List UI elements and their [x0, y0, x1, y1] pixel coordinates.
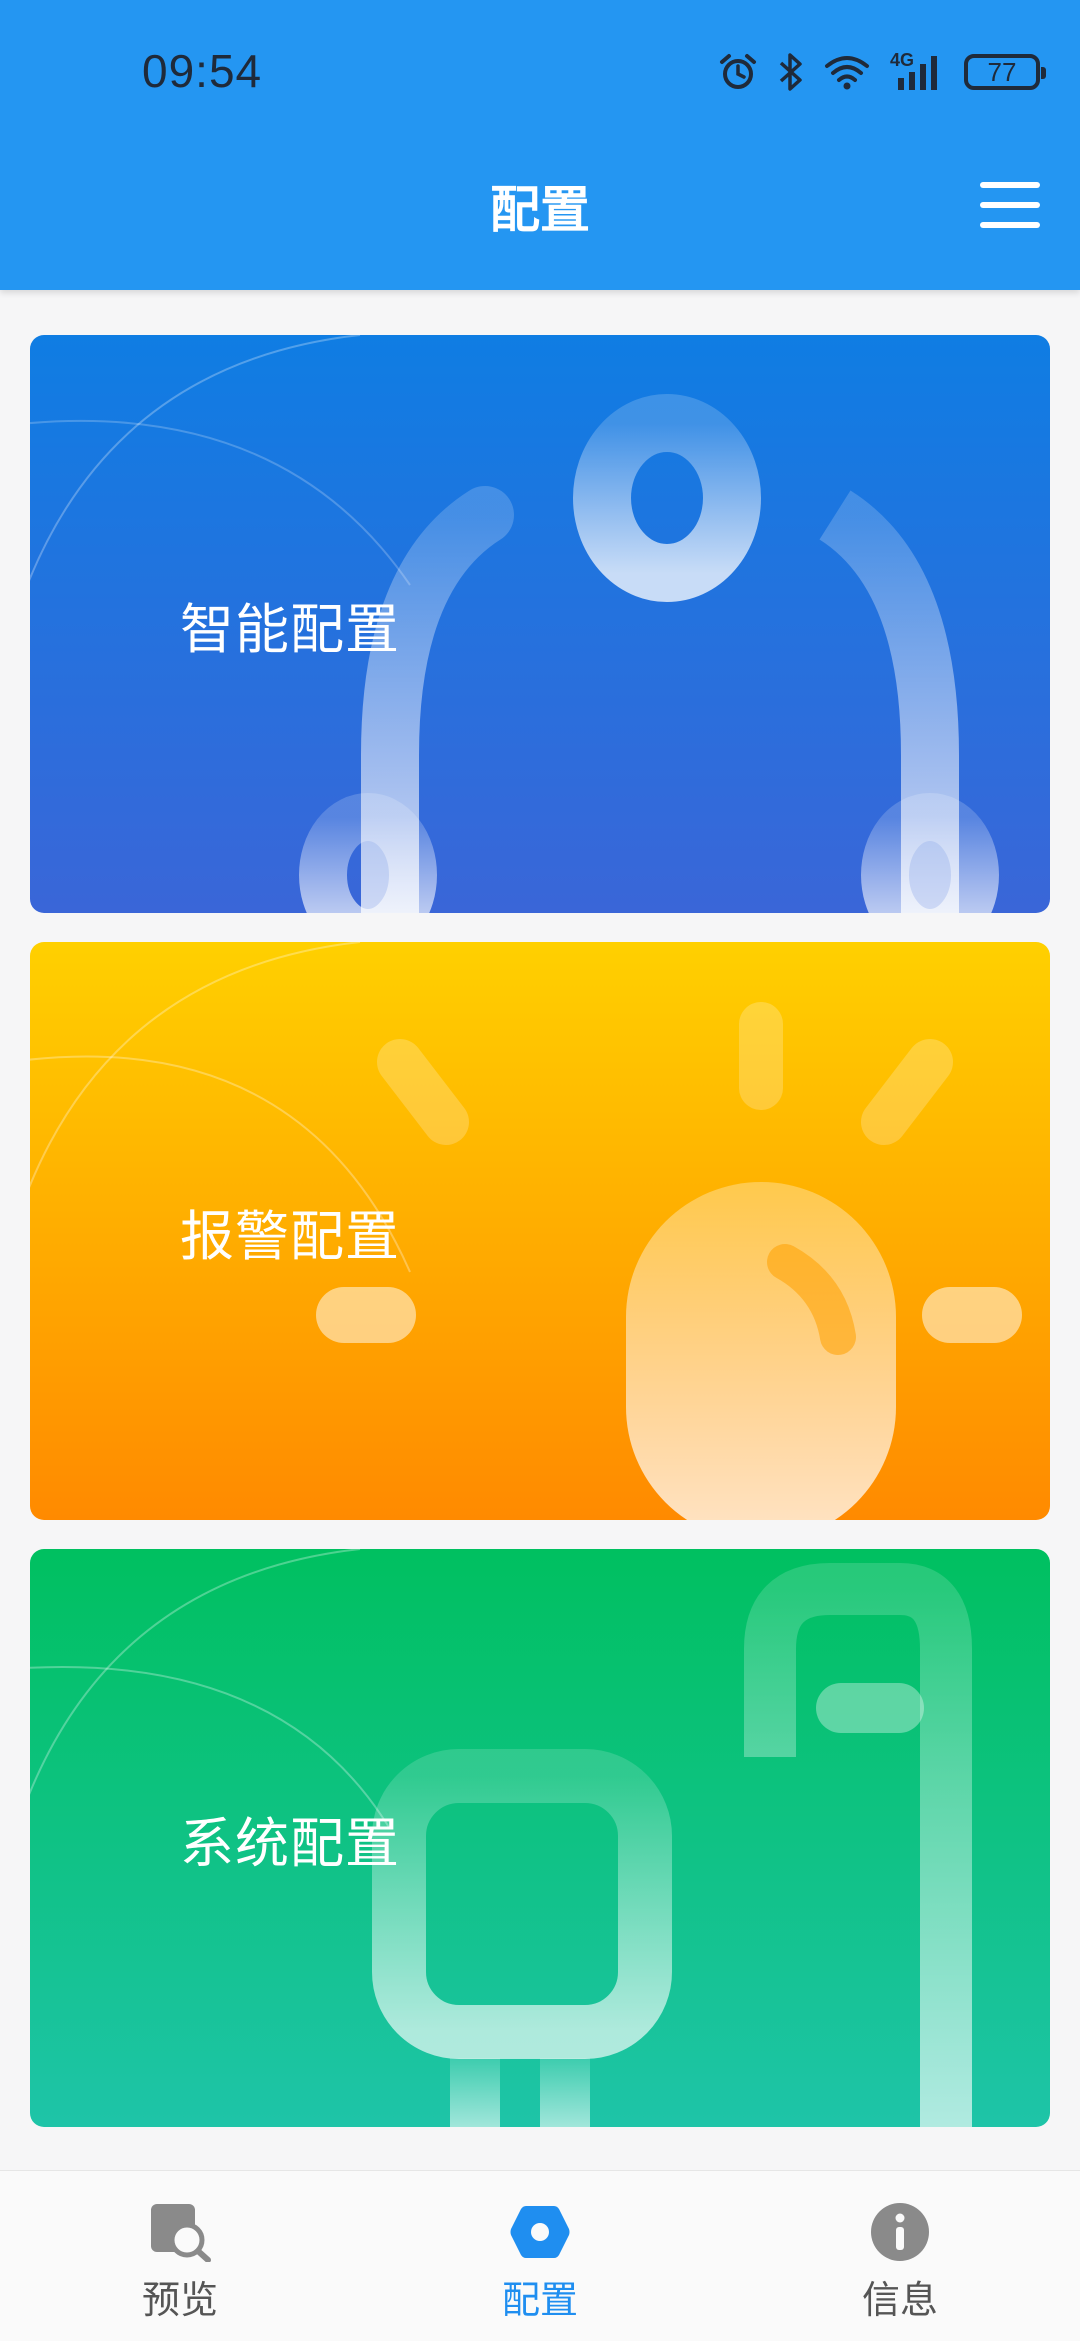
signal-bars-icon — [898, 56, 937, 90]
wifi-icon — [825, 56, 869, 90]
info-icon — [867, 2201, 933, 2263]
menu-icon-bar — [980, 202, 1040, 208]
alarm-clock-icon — [720, 54, 756, 89]
config-hexagon-icon — [507, 2201, 573, 2263]
system-config-card[interactable]: 系统配置 — [30, 1549, 1050, 2127]
smart-config-card[interactable]: 智能配置 — [30, 335, 1050, 913]
menu-button[interactable] — [980, 182, 1040, 228]
tab-info-label: 信息 — [861, 2278, 938, 2322]
alarm-config-card[interactable]: 报警配置 — [30, 942, 1050, 1520]
page-title: 配置 — [490, 181, 590, 239]
bluetooth-icon — [779, 53, 802, 91]
cellular-signal: 4G — [890, 50, 944, 92]
tab-preview-label: 预览 — [141, 2278, 218, 2322]
tab-preview[interactable]: 预览 — [0, 2171, 360, 2341]
status-time: 09:54 — [142, 45, 263, 97]
bottom-tab-bar: 预览 配置 信息 — [0, 2170, 1080, 2341]
system-config-label: 系统配置 — [180, 1811, 400, 1875]
preview-search-icon — [147, 2201, 213, 2263]
menu-icon-bar — [980, 182, 1040, 188]
menu-icon-bar — [980, 222, 1040, 228]
alarm-config-label: 报警配置 — [180, 1204, 400, 1268]
battery-icon: 77 — [964, 54, 1046, 90]
app-header: 09:54 4G 77 配置 — [0, 0, 1080, 290]
status-icons: 4G 77 — [718, 42, 1046, 102]
tab-info[interactable]: 信息 — [720, 2171, 1080, 2341]
tab-config[interactable]: 配置 — [360, 2171, 720, 2341]
tab-config-label: 配置 — [501, 2278, 578, 2322]
battery-level: 77 — [987, 56, 1017, 87]
smart-config-label: 智能配置 — [180, 597, 400, 661]
